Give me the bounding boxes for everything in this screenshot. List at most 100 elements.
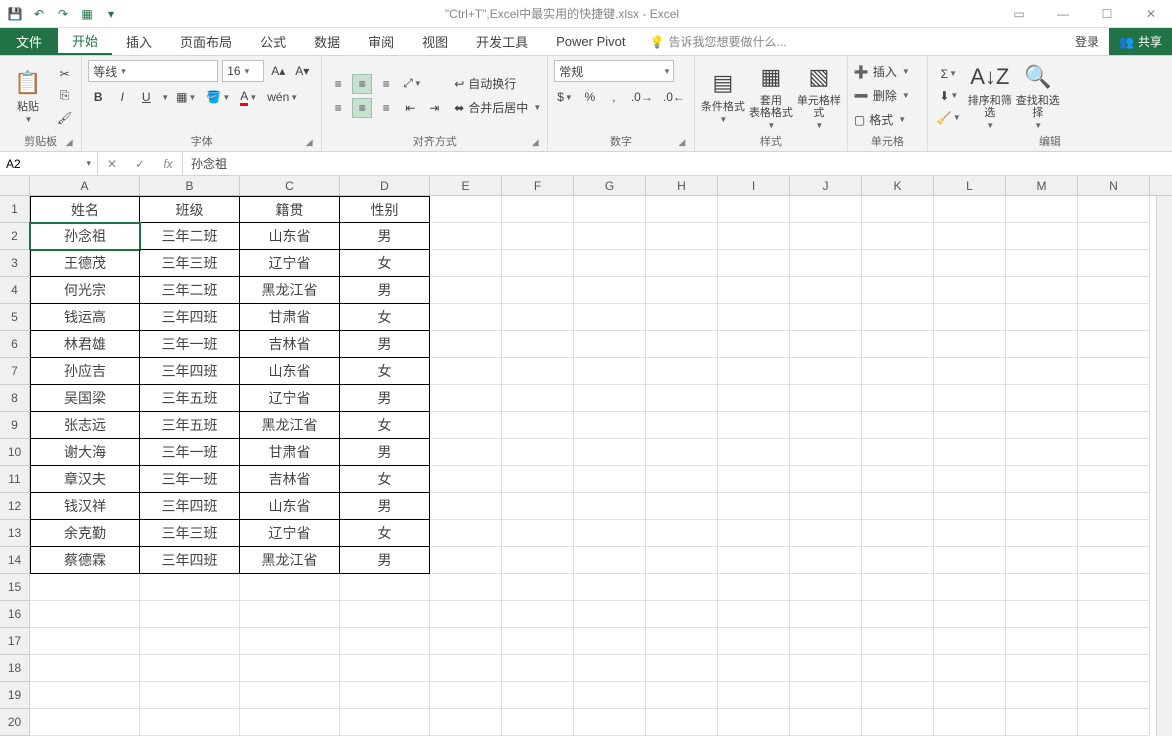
- cell[interactable]: [862, 520, 934, 547]
- row-header[interactable]: 6: [0, 331, 30, 358]
- phonetic-icon[interactable]: wén▼: [264, 87, 301, 107]
- align-top-icon[interactable]: ≡: [328, 74, 348, 94]
- cell[interactable]: [718, 547, 790, 574]
- cell[interactable]: 甘肃省: [240, 439, 340, 466]
- cell[interactable]: [934, 601, 1006, 628]
- cell[interactable]: [934, 331, 1006, 358]
- insert-cells-button[interactable]: ➕插入▼: [854, 61, 910, 83]
- align-bottom-icon[interactable]: ≡: [376, 74, 396, 94]
- cell[interactable]: [1078, 601, 1150, 628]
- cell[interactable]: [574, 601, 646, 628]
- cell[interactable]: [502, 412, 574, 439]
- cell[interactable]: [646, 439, 718, 466]
- row-header[interactable]: 10: [0, 439, 30, 466]
- cell[interactable]: [502, 250, 574, 277]
- cell[interactable]: [574, 628, 646, 655]
- tell-me-search[interactable]: 💡 告诉我您想要做什么...: [640, 28, 797, 55]
- cell[interactable]: [718, 574, 790, 601]
- cell[interactable]: [1078, 223, 1150, 250]
- cell[interactable]: [340, 682, 430, 709]
- cell[interactable]: [502, 277, 574, 304]
- cell[interactable]: [502, 709, 574, 736]
- cell[interactable]: [1006, 304, 1078, 331]
- cell[interactable]: [790, 196, 862, 223]
- row-header[interactable]: 14: [0, 547, 30, 574]
- row-header[interactable]: 16: [0, 601, 30, 628]
- find-select-button[interactable]: 🔍 查找和选择 ▼: [1016, 62, 1060, 130]
- undo-icon[interactable]: ↶: [30, 5, 48, 23]
- tab-页面布局[interactable]: 页面布局: [166, 28, 246, 55]
- cell[interactable]: [30, 682, 140, 709]
- cell[interactable]: [140, 601, 240, 628]
- cell[interactable]: [646, 547, 718, 574]
- cell[interactable]: [862, 304, 934, 331]
- cell[interactable]: [646, 304, 718, 331]
- cell[interactable]: [790, 520, 862, 547]
- cell[interactable]: 林君雄: [30, 331, 140, 358]
- cell[interactable]: [502, 601, 574, 628]
- cell[interactable]: [646, 466, 718, 493]
- font-color-icon[interactable]: A▼: [237, 87, 260, 107]
- formula-value[interactable]: 孙念祖: [183, 152, 1172, 175]
- cell[interactable]: [430, 493, 502, 520]
- conditional-format-button[interactable]: ▤ 条件格式 ▼: [701, 62, 745, 130]
- clear-icon[interactable]: 🧹▼: [934, 108, 964, 128]
- paste-button[interactable]: 📋 粘贴 ▼: [6, 62, 50, 130]
- row-header[interactable]: 5: [0, 304, 30, 331]
- cell[interactable]: 山东省: [240, 223, 340, 250]
- cell[interactable]: [140, 682, 240, 709]
- tab-开始[interactable]: 开始: [58, 28, 112, 55]
- cell[interactable]: [934, 358, 1006, 385]
- dialog-launcher-icon[interactable]: ◢: [676, 137, 688, 149]
- cell[interactable]: [1078, 331, 1150, 358]
- cell[interactable]: 余克勤: [30, 520, 140, 547]
- cell[interactable]: [934, 385, 1006, 412]
- cell[interactable]: 女: [340, 304, 430, 331]
- cell[interactable]: [934, 466, 1006, 493]
- cell[interactable]: [646, 709, 718, 736]
- cell[interactable]: 女: [340, 250, 430, 277]
- cell[interactable]: [502, 547, 574, 574]
- column-header[interactable]: D: [340, 176, 430, 195]
- cell[interactable]: [718, 493, 790, 520]
- tab-file[interactable]: 文件: [0, 28, 58, 55]
- cell[interactable]: [574, 655, 646, 682]
- increase-decimal-icon[interactable]: .0→: [628, 87, 656, 107]
- cell[interactable]: [934, 304, 1006, 331]
- align-middle-icon[interactable]: ≡: [352, 74, 372, 94]
- cell[interactable]: 辽宁省: [240, 520, 340, 547]
- cell[interactable]: [502, 304, 574, 331]
- ribbon-options-icon[interactable]: ▭: [1004, 7, 1034, 21]
- cell[interactable]: [790, 385, 862, 412]
- cell[interactable]: 三年四班: [140, 493, 240, 520]
- cell[interactable]: [1078, 493, 1150, 520]
- cell[interactable]: [934, 682, 1006, 709]
- italic-button[interactable]: I: [112, 87, 132, 107]
- worksheet-grid[interactable]: ABCDEFGHIJKLMN 1姓名班级籍贯性别2孙念祖三年二班山东省男3王德茂…: [0, 176, 1172, 736]
- vertical-scrollbar[interactable]: [1156, 196, 1172, 736]
- column-header[interactable]: I: [718, 176, 790, 195]
- cell[interactable]: [1006, 709, 1078, 736]
- cell[interactable]: [1006, 547, 1078, 574]
- cell[interactable]: [574, 709, 646, 736]
- cell[interactable]: [430, 547, 502, 574]
- column-header[interactable]: J: [790, 176, 862, 195]
- cell[interactable]: [574, 493, 646, 520]
- sort-filter-button[interactable]: A↓Z 排序和筛选 ▼: [968, 62, 1012, 130]
- cell[interactable]: 孙念祖: [30, 223, 140, 250]
- cell[interactable]: 女: [340, 520, 430, 547]
- cell[interactable]: 男: [340, 547, 430, 574]
- cell[interactable]: [790, 466, 862, 493]
- cell[interactable]: [240, 655, 340, 682]
- copy-icon[interactable]: ⎘: [54, 86, 75, 106]
- cell[interactable]: [1078, 439, 1150, 466]
- column-header[interactable]: K: [862, 176, 934, 195]
- cell[interactable]: 钱汉祥: [30, 493, 140, 520]
- bold-button[interactable]: B: [88, 87, 108, 107]
- cell[interactable]: 女: [340, 358, 430, 385]
- row-header[interactable]: 8: [0, 385, 30, 412]
- cell[interactable]: [430, 250, 502, 277]
- cell[interactable]: [502, 466, 574, 493]
- cell[interactable]: 男: [340, 277, 430, 304]
- font-size-combo[interactable]: 16 ▾: [222, 60, 264, 82]
